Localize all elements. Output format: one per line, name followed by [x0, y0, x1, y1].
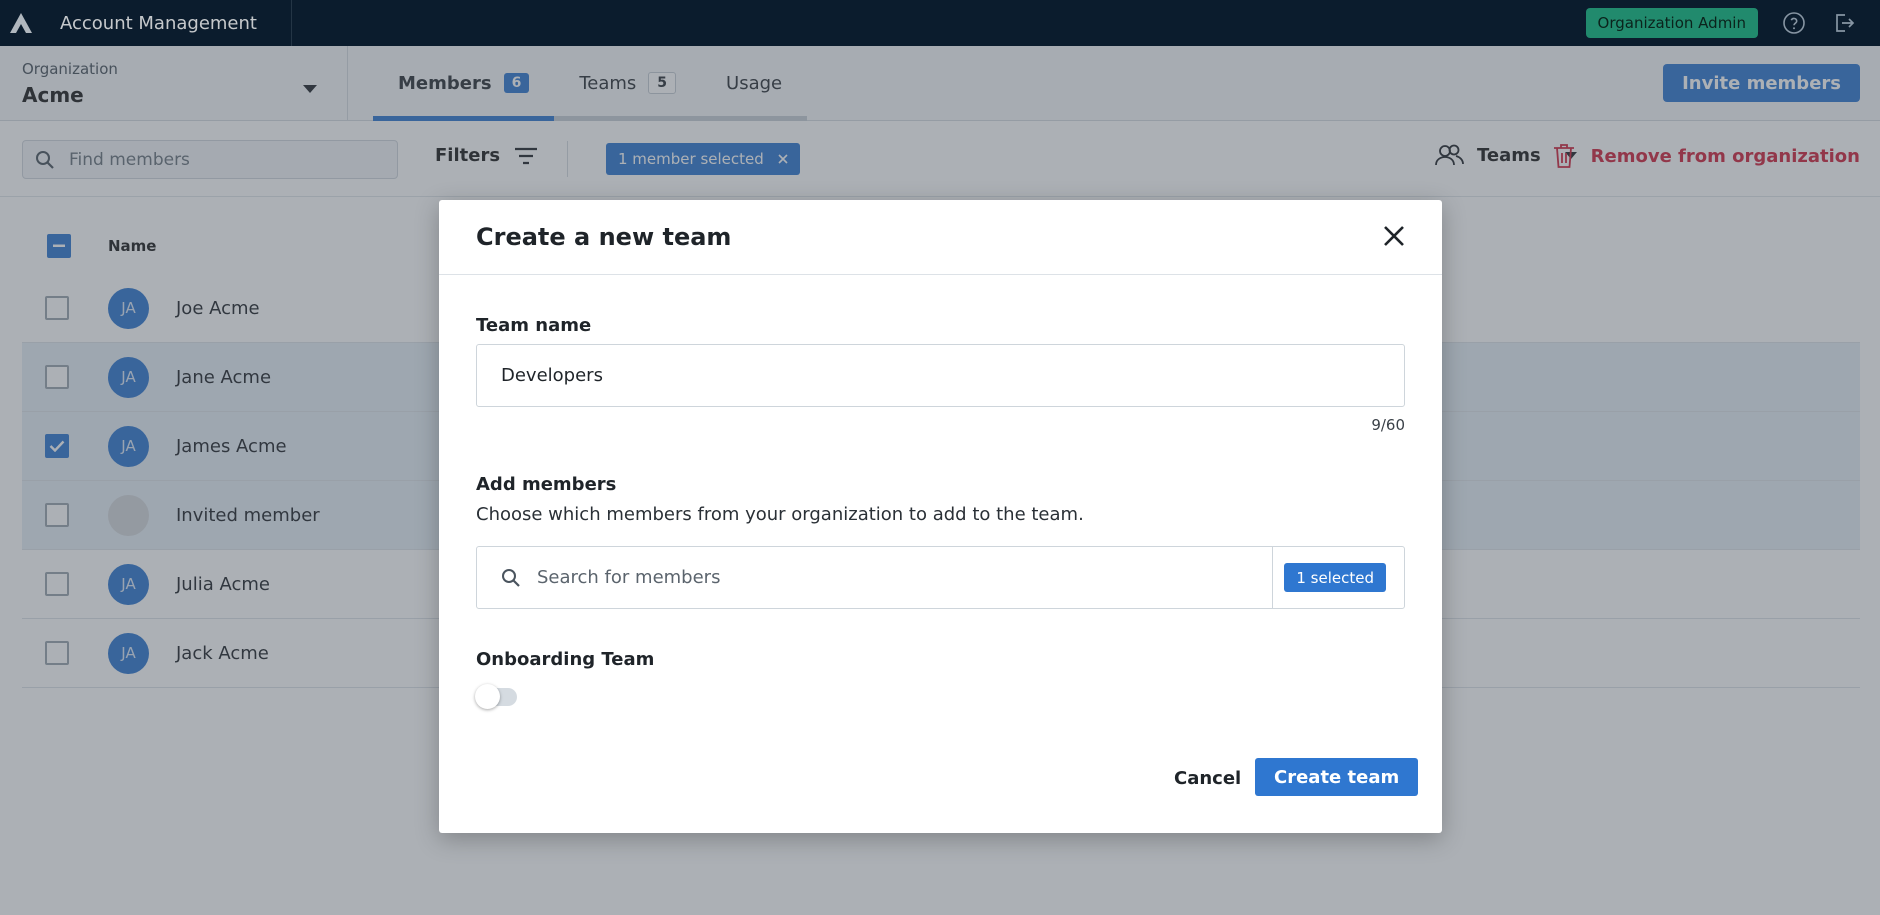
create-team-dialog: Create a new team Team name Developers 9…	[439, 200, 1442, 833]
toggle-knob	[475, 684, 500, 709]
add-members-helper-text: Choose which members from your organizat…	[476, 504, 1084, 525]
member-search-placeholder: Search for members	[537, 567, 721, 588]
modal-backdrop-top	[0, 0, 1880, 46]
team-name-input[interactable]: Developers	[476, 344, 1405, 407]
selected-count-badge[interactable]: 1 selected	[1284, 563, 1386, 592]
dialog-header: Create a new team	[439, 200, 1442, 275]
onboarding-team-toggle[interactable]	[475, 684, 517, 709]
character-counter: 9/60	[1371, 416, 1405, 434]
dialog-title: Create a new team	[476, 223, 732, 251]
search-icon	[502, 568, 520, 587]
team-name-label: Team name	[476, 315, 592, 336]
create-team-button[interactable]: Create team	[1255, 758, 1419, 796]
add-members-label: Add members	[476, 474, 617, 495]
onboarding-team-label: Onboarding Team	[476, 649, 655, 670]
search-divider	[1272, 547, 1273, 608]
close-icon[interactable]	[1382, 224, 1408, 250]
cancel-button[interactable]: Cancel	[1174, 759, 1241, 797]
member-search-input[interactable]: Search for members 1 selected	[476, 546, 1405, 609]
